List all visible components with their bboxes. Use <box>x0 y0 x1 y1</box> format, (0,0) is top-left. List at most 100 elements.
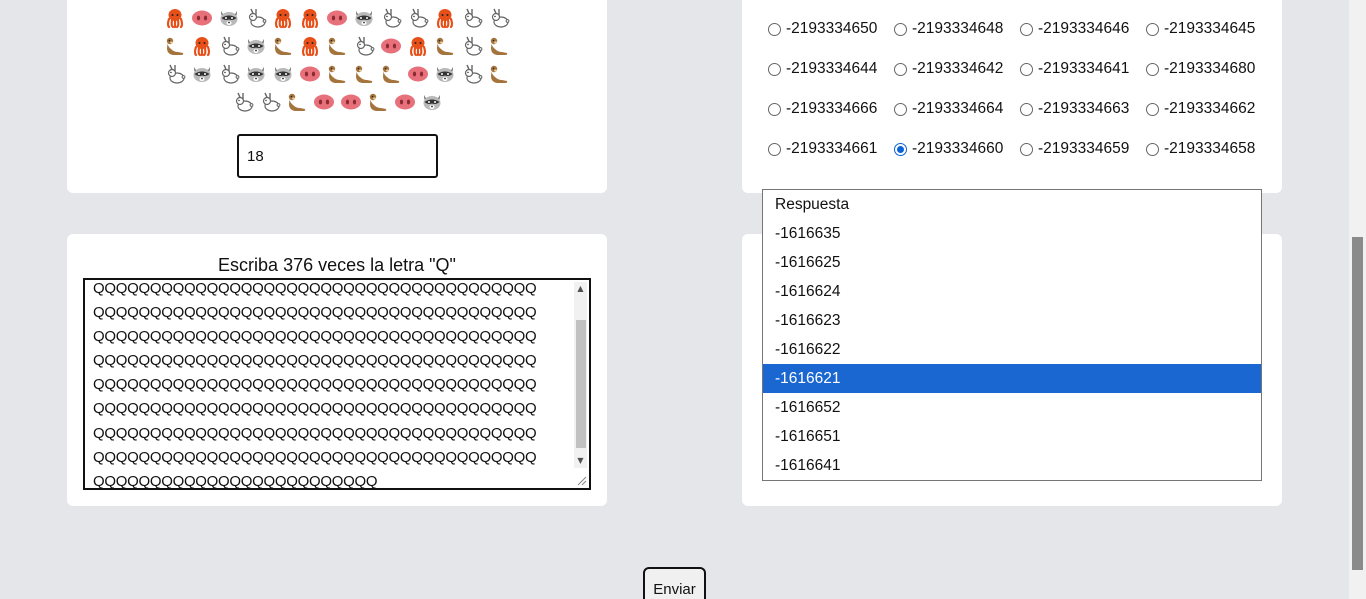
rabbit-icon <box>256 89 283 115</box>
pig-nose-icon <box>324 5 351 31</box>
radio-option[interactable]: -2193334666 <box>768 100 894 118</box>
radio-option[interactable]: -2193334648 <box>894 20 1020 38</box>
radio-option[interactable]: -2193334660 <box>894 140 1020 158</box>
textarea-content: QQQQQQQQQQQQQQQQQQQQQQQQQQQQQQQQQQQQQQQ Q… <box>93 280 568 490</box>
radio-option[interactable]: -2193334662 <box>1146 100 1272 118</box>
radio-button[interactable] <box>1020 102 1033 116</box>
emoji-row <box>67 4 607 32</box>
radio-option[interactable]: -2193334641 <box>1020 60 1146 78</box>
select-option[interactable]: -1616622 <box>763 335 1261 364</box>
rabbit-icon <box>162 61 189 87</box>
rabbit-icon <box>405 5 432 31</box>
rabbit-icon <box>351 33 378 59</box>
pig-nose-icon <box>310 89 337 115</box>
radio-button[interactable] <box>768 102 781 116</box>
radio-button[interactable] <box>1020 142 1033 156</box>
textarea-line: QQQQQQQQQQQQQQQQQQQQQQQQQQQQQQQQQQQQQQQ <box>93 424 537 442</box>
count-input[interactable]: 18 <box>237 134 438 178</box>
resize-grip-icon[interactable] <box>576 475 587 486</box>
submit-button[interactable]: Enviar <box>643 567 706 599</box>
otter-icon <box>283 89 310 115</box>
select-option[interactable]: -1616635 <box>763 219 1261 248</box>
textarea-line: QQQQQQQQQQQQQQQQQQQQQQQQQ <box>93 472 378 490</box>
radio-label: -2193334661 <box>786 140 878 157</box>
radio-label: -2193334648 <box>912 20 1004 37</box>
pig-nose-icon <box>391 89 418 115</box>
otter-icon <box>486 61 513 87</box>
select-option[interactable]: Respuesta <box>763 190 1261 219</box>
pig-nose-icon <box>378 33 405 59</box>
pig-nose-icon <box>189 5 216 31</box>
radio-option[interactable]: -2193334646 <box>1020 20 1146 38</box>
radio-label: -2193334660 <box>912 140 1004 157</box>
radio-button[interactable] <box>894 142 907 156</box>
page-scroll-thumb[interactable] <box>1352 237 1363 570</box>
emoji-grid <box>67 4 607 116</box>
prompt-title: Escriba 376 veces la letra "Q" <box>218 255 456 275</box>
radio-option[interactable]: -2193334644 <box>768 60 894 78</box>
octopus-icon <box>297 5 324 31</box>
radio-button[interactable] <box>894 62 907 76</box>
scroll-up-arrow-icon[interactable]: ▲ <box>574 282 587 296</box>
rabbit-icon <box>216 33 243 59</box>
otter-icon <box>324 33 351 59</box>
select-option[interactable]: -1616621 <box>763 364 1261 393</box>
textarea-line: QQQQQQQQQQQQQQQQQQQQQQQQQQQQQQQQQQQQQQQ <box>93 448 537 466</box>
textarea-line: QQQQQQQQQQQQQQQQQQQQQQQQQQQQQQQQQQQQQQQ <box>93 400 537 418</box>
rabbit-icon <box>459 61 486 87</box>
radio-button[interactable] <box>894 22 907 36</box>
select-option[interactable]: -1616652 <box>763 393 1261 422</box>
radio-option[interactable]: -2193334664 <box>894 100 1020 118</box>
radio-option[interactable]: -2193334642 <box>894 60 1020 78</box>
radio-button[interactable] <box>1146 22 1159 36</box>
radio-label: -2193334663 <box>1038 100 1130 117</box>
radio-option[interactable]: -2193334659 <box>1020 140 1146 158</box>
select-option[interactable]: -1616641 <box>763 451 1261 480</box>
radio-button[interactable] <box>1146 62 1159 76</box>
radio-option[interactable]: -2193334650 <box>768 20 894 38</box>
select-option[interactable]: -1616624 <box>763 277 1261 306</box>
otter-icon <box>162 33 189 59</box>
radio-button[interactable] <box>1146 102 1159 116</box>
radio-option[interactable]: -2193334661 <box>768 140 894 158</box>
radio-button[interactable] <box>1020 62 1033 76</box>
page-scrollbar[interactable] <box>1349 0 1366 599</box>
radio-label: -2193334666 <box>786 100 878 117</box>
textarea-scrollbar[interactable]: ▲ ▼ <box>574 282 587 468</box>
pig-nose-icon <box>297 61 324 87</box>
octopus-icon <box>189 33 216 59</box>
answer-textarea[interactable]: QQQQQQQQQQQQQQQQQQQQQQQQQQQQQQQQQQQQQQQ Q… <box>83 278 591 490</box>
textarea-line: QQQQQQQQQQQQQQQQQQQQQQQQQQQQQQQQQQQQQQQ <box>93 304 537 322</box>
select-option[interactable]: -1616623 <box>763 306 1261 335</box>
otter-icon <box>432 33 459 59</box>
emoji-row <box>67 88 607 116</box>
raccoon-icon <box>270 61 297 87</box>
otter-icon <box>378 61 405 87</box>
raccoon-icon <box>351 5 378 31</box>
textarea-line: QQQQQQQQQQQQQQQQQQQQQQQQQQQQQQQQQQQQQQQ <box>93 328 537 346</box>
radio-button[interactable] <box>768 62 781 76</box>
radio-button[interactable] <box>1020 22 1033 36</box>
radio-button[interactable] <box>894 102 907 116</box>
otter-icon <box>351 61 378 87</box>
radio-option[interactable]: -2193334663 <box>1020 100 1146 118</box>
radio-button[interactable] <box>1146 142 1159 156</box>
radio-button[interactable] <box>768 142 781 156</box>
radio-label: -2193334658 <box>1164 140 1256 157</box>
octopus-icon <box>432 5 459 31</box>
radio-option[interactable]: -2193334645 <box>1146 20 1272 38</box>
emoji-row <box>67 32 607 60</box>
answer-select-dropdown[interactable]: Respuesta -1616635 -1616625 -1616624 -161662… <box>762 189 1262 481</box>
rabbit-icon <box>459 5 486 31</box>
radio-card: -2193334650 -2193334648 -2193334646 -219333… <box>742 0 1282 193</box>
radio-option[interactable]: -2193334658 <box>1146 140 1272 158</box>
select-option[interactable]: -1616625 <box>763 248 1261 277</box>
scroll-down-arrow-icon[interactable]: ▼ <box>574 454 587 468</box>
textarea-line: QQQQQQQQQQQQQQQQQQQQQQQQQQQQQQQQQQQQQQQ <box>93 280 537 297</box>
textarea-line: QQQQQQQQQQQQQQQQQQQQQQQQQQQQQQQQQQQQQQQ <box>93 376 537 394</box>
select-option[interactable]: -1616651 <box>763 422 1261 451</box>
textarea-scroll-thumb[interactable] <box>576 320 586 448</box>
radio-group: -2193334650 -2193334648 -2193334646 -219333… <box>768 20 1272 158</box>
radio-button[interactable] <box>768 22 781 36</box>
radio-option[interactable]: -2193334680 <box>1146 60 1272 78</box>
